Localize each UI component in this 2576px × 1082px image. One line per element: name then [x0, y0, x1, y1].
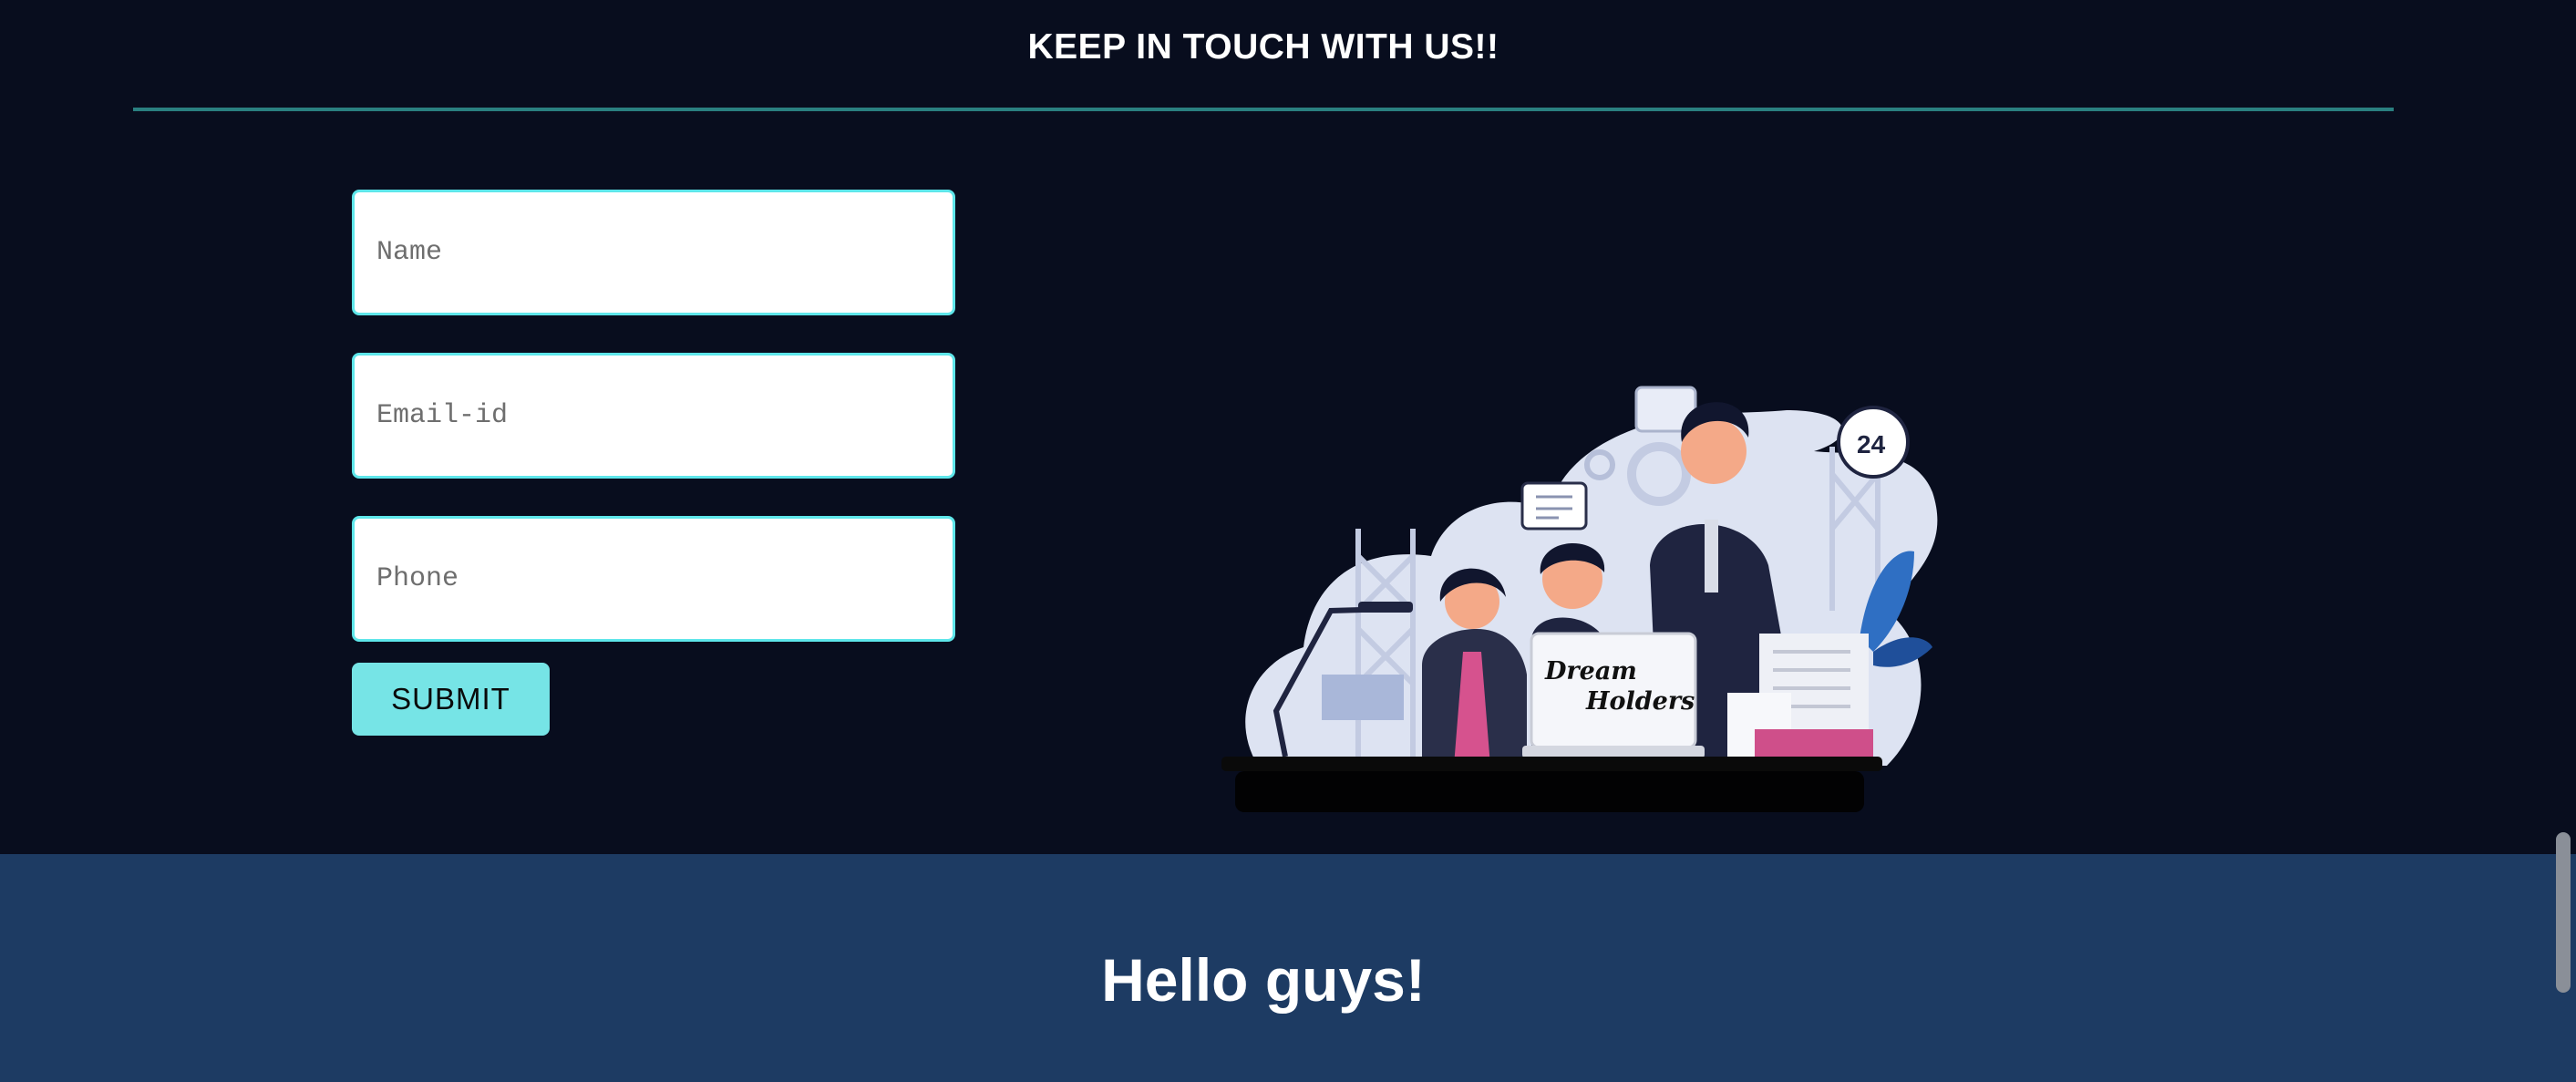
hello-title: Hello guys!	[1101, 946, 1426, 1014]
storage-box	[1322, 675, 1404, 720]
contact-heading: KEEP IN TOUCH WITH US!!	[1027, 27, 1499, 67]
laptop-text-line1: Dream	[1544, 657, 1637, 685]
desk-base	[1235, 771, 1864, 812]
laptop: Dream Holders	[1522, 632, 1705, 758]
heading-divider	[133, 108, 2394, 111]
laptop-text-line2: Holders	[1585, 687, 1695, 716]
contact-section: KEEP IN TOUCH WITH US!! SUBMIT 24	[0, 0, 2576, 854]
hello-section: Hello guys!	[0, 854, 2576, 1082]
desk-top	[1221, 757, 1882, 771]
badge-text: 24	[1857, 430, 1886, 459]
submit-button[interactable]: SUBMIT	[352, 663, 550, 736]
email-input[interactable]	[352, 353, 955, 479]
team-office-illustration: 24 Dream Holders	[1221, 386, 1938, 812]
chat-bubble-icon	[1520, 481, 1588, 531]
name-input[interactable]	[352, 190, 955, 315]
scrollbar-thumb[interactable]	[2556, 832, 2571, 993]
phone-input[interactable]	[352, 516, 955, 642]
